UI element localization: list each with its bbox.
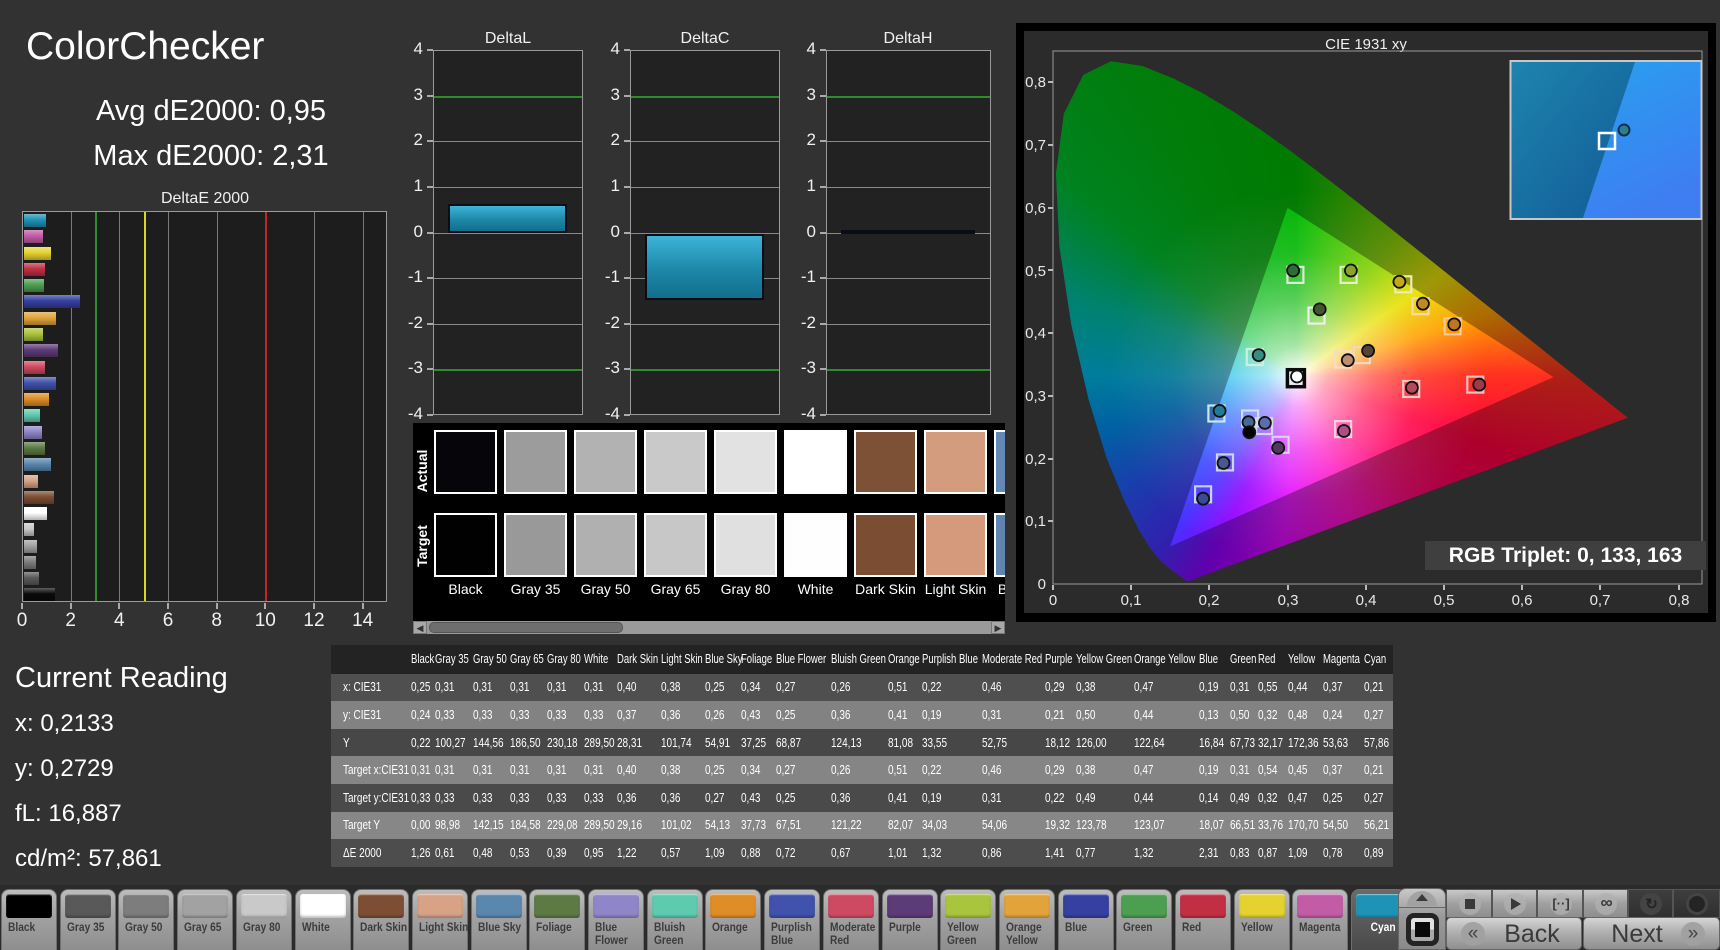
svg-text:0,8: 0,8 (1025, 74, 1046, 91)
svg-text:0,4: 0,4 (1025, 325, 1046, 342)
svg-text:0,6: 0,6 (1512, 592, 1533, 609)
svg-text:0,8: 0,8 (1669, 592, 1690, 609)
svg-text:0,2: 0,2 (1199, 592, 1220, 609)
svg-text:0,4: 0,4 (1356, 592, 1377, 609)
svg-text:0,1: 0,1 (1025, 513, 1046, 530)
svg-text:0: 0 (1049, 592, 1057, 609)
svg-text:0,3: 0,3 (1025, 388, 1046, 405)
svg-text:0,5: 0,5 (1025, 263, 1046, 280)
svg-text:0,5: 0,5 (1434, 592, 1455, 609)
svg-text:0,6: 0,6 (1025, 200, 1046, 217)
svg-text:0,7: 0,7 (1590, 592, 1611, 609)
svg-text:0,3: 0,3 (1278, 592, 1299, 609)
svg-text:0,7: 0,7 (1025, 137, 1046, 154)
svg-text:0,1: 0,1 (1121, 592, 1142, 609)
svg-text:0: 0 (1038, 576, 1046, 593)
svg-text:0,2: 0,2 (1025, 451, 1046, 468)
